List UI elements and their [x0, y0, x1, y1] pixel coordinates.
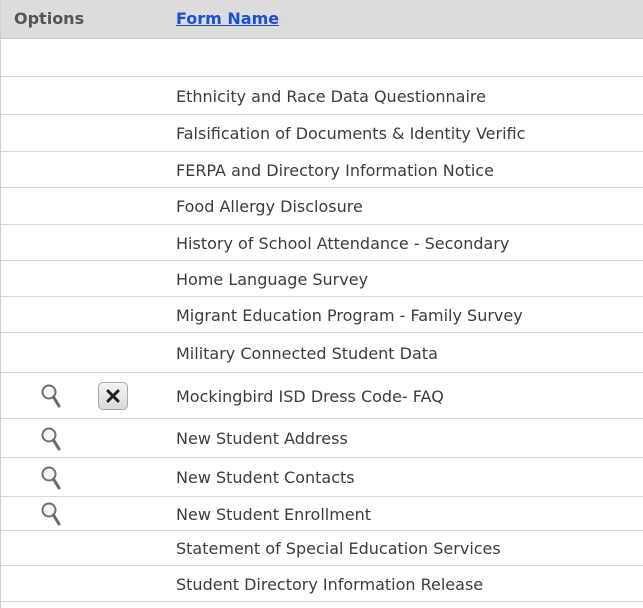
table-row: Mockingbird ISD Dress Code- FAQ [0, 373, 643, 419]
table-header: Options Form Name [0, 0, 643, 39]
table-row: New Student Address [0, 419, 643, 458]
form-name-cell: New Student Address [176, 429, 348, 448]
form-name-sort-link[interactable]: Form Name [176, 9, 279, 28]
form-name-cell: New Student Enrollment [176, 505, 372, 524]
table-row: Ethnicity and Race Data Questionnaire [0, 77, 643, 115]
table-row: Student Media Release [0, 602, 643, 608]
table-row: Home Language Survey [0, 261, 643, 297]
form-name-cell: Ethnicity and Race Data Questionnaire [176, 87, 486, 106]
table-row: History of School Attendance - Secondary [0, 225, 643, 261]
options-column-header: Options [14, 9, 85, 28]
table-row: Statement of Special Education Services [0, 531, 643, 566]
form-name-cell: Mockingbird ISD Dress Code- FAQ [176, 387, 444, 406]
close-x-icon[interactable] [98, 382, 128, 410]
left-border [0, 0, 1, 608]
table-row: New Student Enrollment [0, 497, 643, 531]
magnifier-icon[interactable] [40, 426, 62, 452]
table-row [0, 38, 643, 77]
table-row: New Student Contacts [0, 458, 643, 497]
form-name-cell: New Student Contacts [176, 468, 355, 487]
form-name-cell: History of School Attendance - Secondary [176, 234, 510, 253]
forms-table: Options Form Name Ethnicity and Race Dat… [0, 0, 643, 608]
table-row: Falsification of Documents & Identity Ve… [0, 115, 643, 152]
magnifier-icon[interactable] [40, 383, 62, 409]
form-name-cell: Migrant Education Program - Family Surve… [176, 306, 523, 325]
table-row: Migrant Education Program - Family Surve… [0, 297, 643, 333]
form-name-cell: Food Allergy Disclosure [176, 197, 363, 216]
form-name-cell: Military Connected Student Data [176, 344, 438, 363]
form-name-cell: Home Language Survey [176, 270, 369, 289]
form-name-cell: FERPA and Directory Information Notice [176, 161, 494, 180]
magnifier-icon[interactable] [40, 465, 62, 491]
form-name-cell: Student Directory Information Release [176, 575, 484, 594]
table-row: FERPA and Directory Information Notice [0, 152, 643, 188]
table-row: Military Connected Student Data [0, 333, 643, 373]
table-row: Student Directory Information Release [0, 566, 643, 602]
magnifier-icon[interactable] [40, 501, 62, 527]
form-name-cell: Falsification of Documents & Identity Ve… [176, 124, 526, 143]
table-row: Food Allergy Disclosure [0, 188, 643, 225]
form-name-cell: Statement of Special Education Services [176, 539, 501, 558]
